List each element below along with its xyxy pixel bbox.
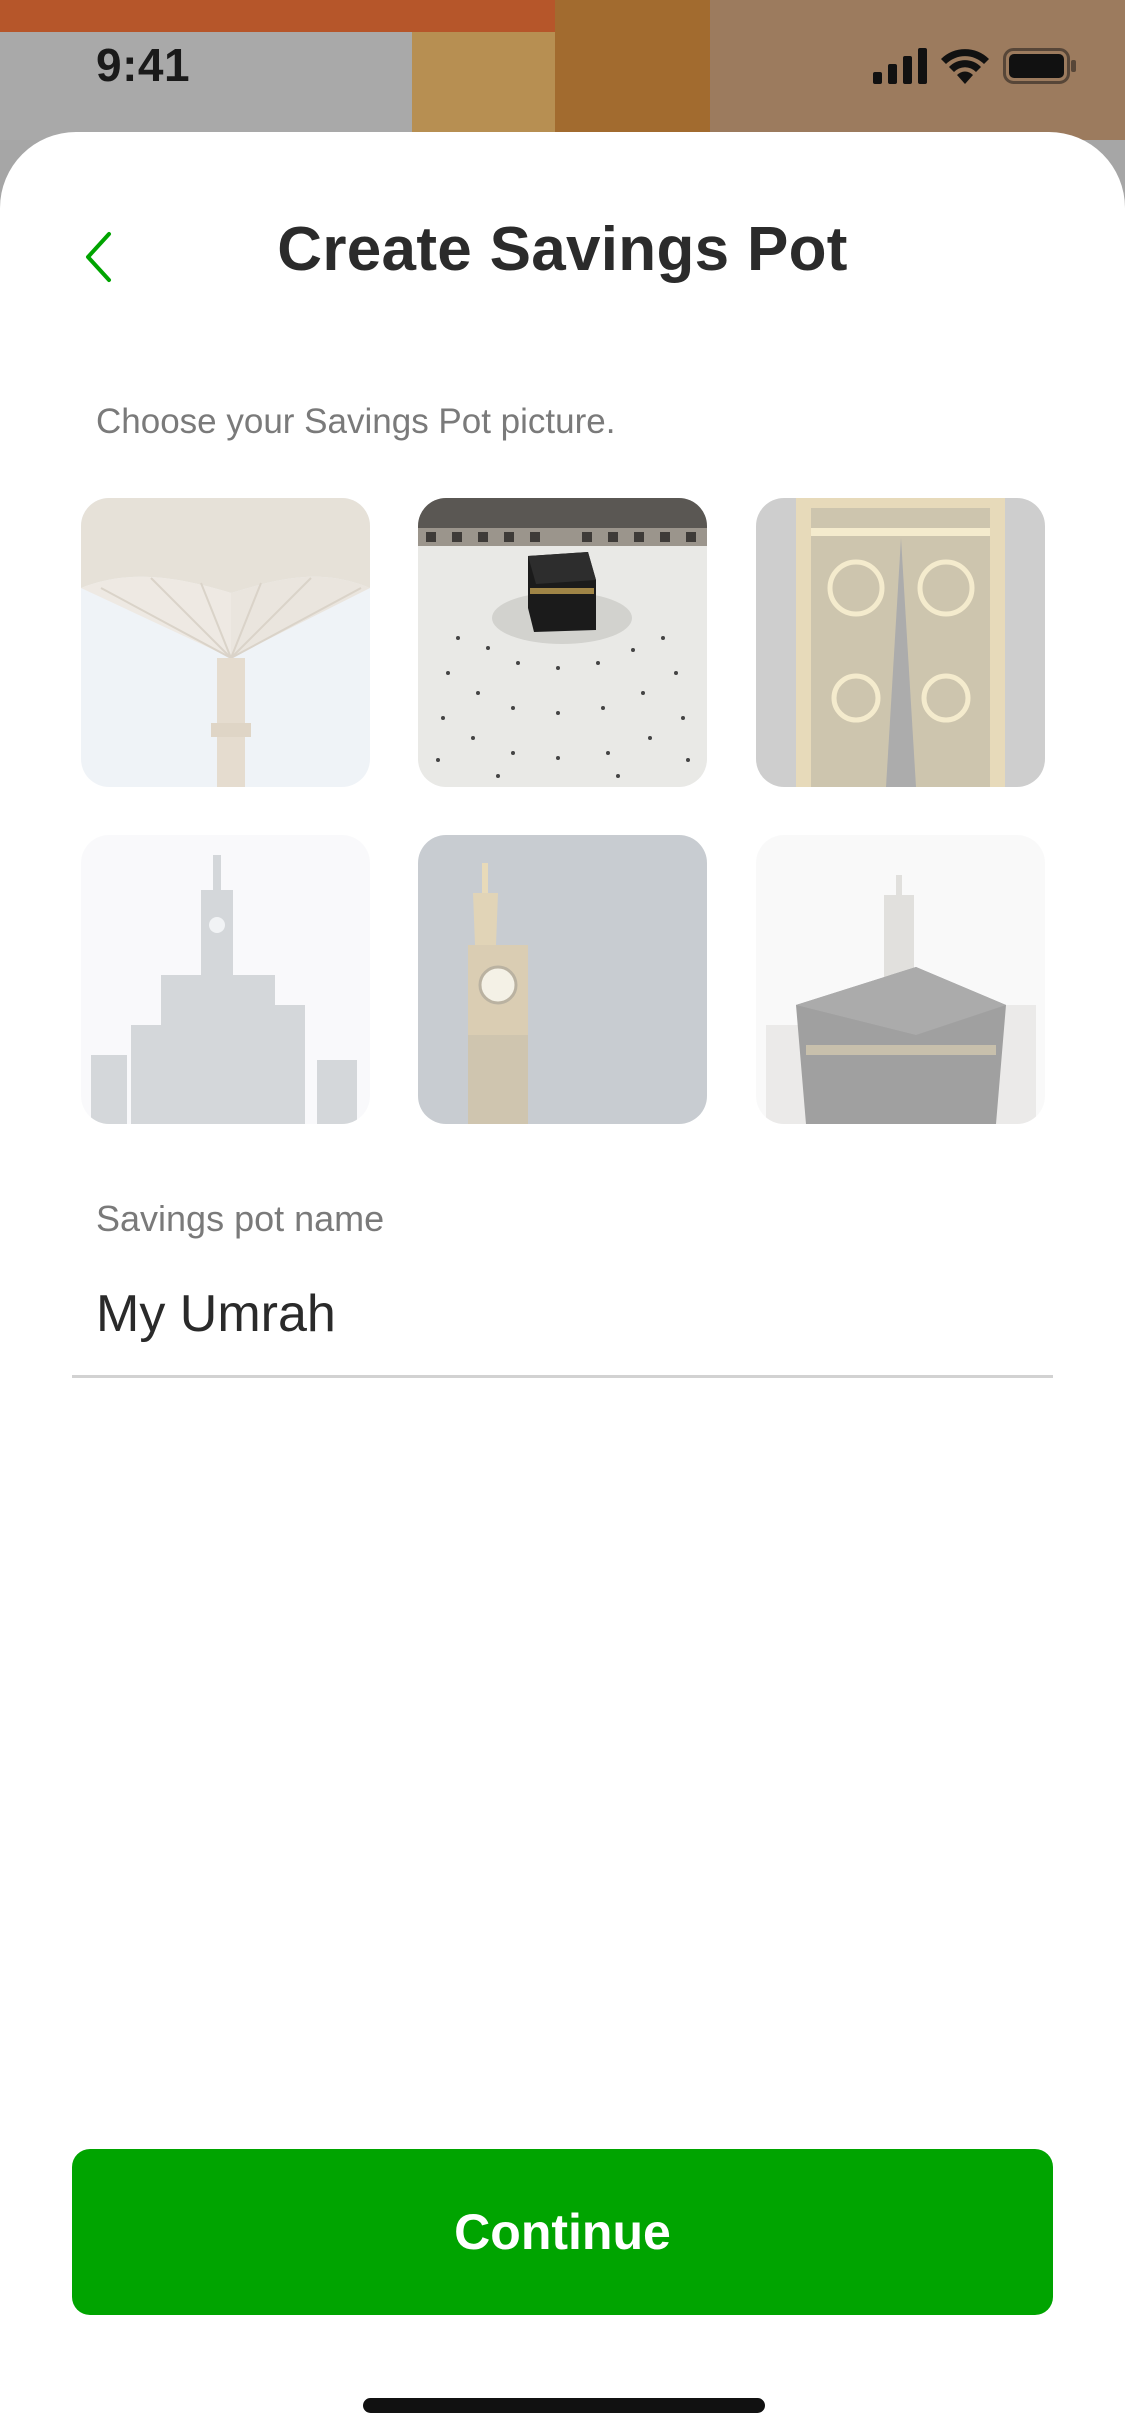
- picture-option-kaaba-clock-tower[interactable]: [756, 835, 1045, 1124]
- home-indicator: [363, 2398, 765, 2413]
- picture-instruction: Choose your Savings Pot picture.: [96, 402, 616, 441]
- status-time: 9:41: [96, 39, 191, 91]
- picture-option-umbrella[interactable]: [81, 498, 370, 787]
- picture-option-clock-tower-skyline[interactable]: [81, 835, 370, 1124]
- pot-name-input[interactable]: [72, 1252, 1053, 1378]
- picture-option-kaaba-aerial[interactable]: [418, 498, 707, 787]
- create-pot-sheet: Create Savings Pot Choose your Savings P…: [0, 132, 1125, 2436]
- continue-button[interactable]: Continue: [72, 2149, 1053, 2315]
- wifi-icon: [941, 49, 989, 84]
- page-title: Create Savings Pot: [277, 215, 848, 284]
- battery-icon: [1003, 48, 1076, 84]
- picture-option-kaaba-door[interactable]: [756, 498, 1045, 787]
- picture-option-clock-tower[interactable]: [418, 835, 707, 1124]
- cellular-signal-icon: [873, 48, 927, 84]
- status-bar: 9:41: [0, 0, 1125, 135]
- pot-name-label: Savings pot name: [96, 1198, 385, 1239]
- picture-grid: [81, 498, 1045, 1124]
